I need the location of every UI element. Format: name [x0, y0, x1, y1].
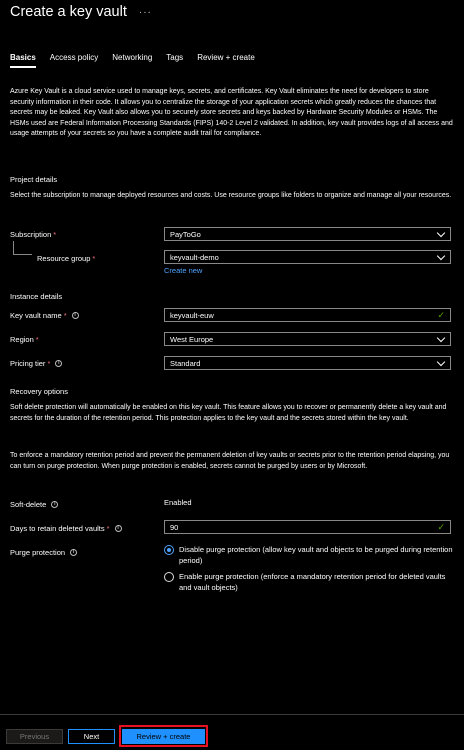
tab-review-create[interactable]: Review + create	[197, 53, 255, 66]
resource-group-label-text: Resource group	[37, 254, 91, 263]
purge-protection-label-text: Purge protection	[10, 548, 66, 557]
page-title: Create a key vault	[10, 4, 127, 20]
chevron-down-icon	[437, 335, 445, 343]
tab-bar: Basics Access policy Networking Tags Rev…	[10, 53, 255, 68]
key-vault-name-label-text: Key vault name	[10, 311, 62, 320]
resource-group-value: keyvault-demo	[170, 252, 219, 262]
create-new-link[interactable]: Create new	[164, 266, 202, 275]
chevron-down-icon	[437, 253, 445, 261]
radio-unselected-icon[interactable]	[164, 572, 174, 582]
days-to-retain-input[interactable]: 90 ✓	[164, 520, 451, 534]
required-marker: *	[63, 311, 67, 320]
pricing-tier-value: Standard	[170, 358, 201, 368]
more-options-button[interactable]: ···	[139, 7, 152, 18]
subscription-label: Subscription *	[10, 230, 56, 239]
pricing-tier-select[interactable]: Standard	[164, 356, 451, 370]
instance-details-heading: Instance details	[10, 292, 63, 301]
chevron-down-icon	[437, 230, 445, 238]
tree-connector	[13, 241, 32, 255]
next-button[interactable]: Next	[68, 729, 115, 744]
info-icon[interactable]: i	[55, 360, 63, 367]
resource-group-select[interactable]: keyvault-demo	[164, 250, 451, 264]
chevron-down-icon	[437, 359, 445, 367]
required-marker: *	[106, 524, 110, 533]
tab-basics[interactable]: Basics	[10, 53, 36, 68]
days-to-retain-label-text: Days to retain deleted vaults	[10, 524, 105, 533]
region-select[interactable]: West Europe	[164, 332, 451, 346]
previous-button[interactable]: Previous	[6, 729, 63, 744]
region-value: West Europe	[170, 334, 214, 344]
days-to-retain-value: 90	[170, 522, 179, 532]
recovery-options-heading: Recovery options	[10, 387, 68, 396]
resource-group-label: Resource group *	[37, 254, 95, 263]
key-vault-name-value: keyvault-euw	[170, 310, 214, 320]
days-to-retain-label: Days to retain deleted vaults * i	[10, 524, 122, 533]
purge-disable-option-label: Disable purge protection (allow key vaul…	[179, 545, 453, 565]
region-label: Region *	[10, 335, 39, 344]
pricing-tier-label-text: Pricing tier	[10, 359, 46, 368]
subscription-label-text: Subscription	[10, 230, 52, 239]
info-icon[interactable]: i	[51, 501, 59, 508]
info-icon[interactable]: i	[114, 525, 122, 532]
required-marker: *	[35, 335, 39, 344]
radio-selected-icon[interactable]	[164, 545, 174, 555]
tab-tags[interactable]: Tags	[166, 53, 183, 66]
region-label-text: Region	[10, 335, 34, 344]
purge-disable-option[interactable]: Disable purge protection (allow key vaul…	[164, 545, 454, 566]
footer-bar: Previous Next Review + create	[0, 714, 464, 750]
key-vault-name-label: Key vault name * i	[10, 311, 79, 320]
soft-delete-value: Enabled	[164, 498, 192, 507]
purge-enable-option-label: Enable purge protection (enforce a manda…	[179, 572, 446, 592]
header: Create a key vault ···	[10, 2, 152, 22]
project-details-description: Select the subscription to manage deploy…	[10, 192, 452, 199]
tab-access-policy[interactable]: Access policy	[50, 53, 98, 66]
key-vault-name-input[interactable]: keyvault-euw ✓	[164, 308, 451, 322]
tab-networking[interactable]: Networking	[112, 53, 152, 66]
required-marker: *	[92, 254, 96, 263]
purge-protection-label: Purge protection i	[10, 548, 78, 557]
subscription-select[interactable]: PayToGo	[164, 227, 451, 241]
intro-description: Azure Key Vault is a cloud service used …	[10, 88, 453, 137]
checkmark-icon: ✓	[437, 309, 445, 320]
purge-enable-option[interactable]: Enable purge protection (enforce a manda…	[164, 572, 454, 593]
info-icon[interactable]: i	[70, 549, 78, 556]
checkmark-icon: ✓	[437, 521, 445, 532]
soft-delete-label: Soft-delete i	[10, 500, 59, 509]
required-marker: *	[53, 230, 57, 239]
soft-delete-description: Soft delete protection will automaticall…	[10, 404, 447, 422]
purge-protection-description: To enforce a mandatory retention period …	[10, 452, 450, 470]
subscription-value: PayToGo	[170, 229, 201, 239]
pricing-tier-label: Pricing tier * i	[10, 359, 63, 368]
highlight-box	[119, 725, 208, 747]
project-details-heading: Project details	[10, 175, 58, 184]
soft-delete-label-text: Soft-delete	[10, 500, 47, 509]
info-icon[interactable]: i	[71, 312, 79, 319]
required-marker: *	[47, 359, 51, 368]
